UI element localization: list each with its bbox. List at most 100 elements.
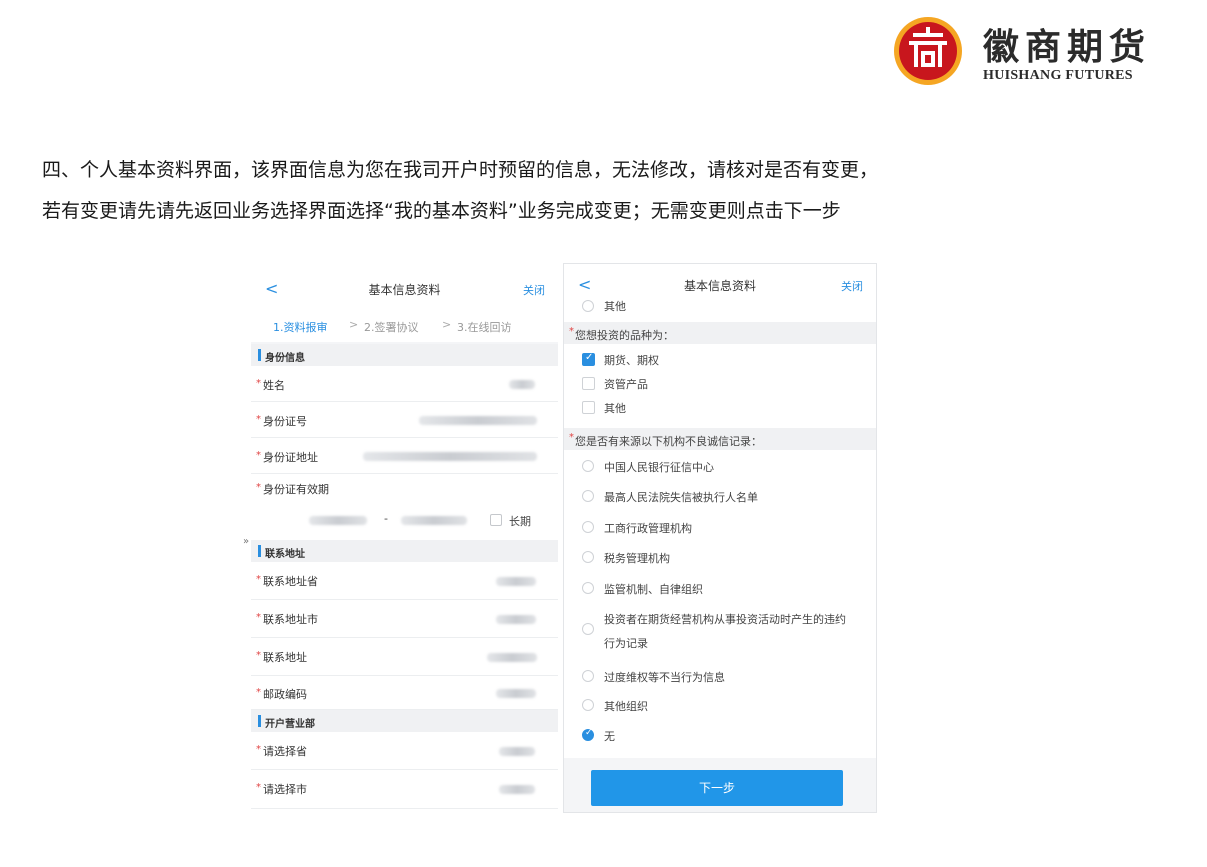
required-mark: * — [256, 687, 261, 698]
section-title: 开户营业部 — [265, 719, 315, 730]
option-label: 其他 — [604, 402, 626, 415]
required-mark: * — [256, 650, 261, 661]
field-label: 姓名 — [263, 379, 285, 392]
required-mark: * — [256, 574, 261, 585]
logo-name-cn: 徽商期货 — [983, 26, 1152, 68]
field-label: 身份证有效期 — [263, 483, 329, 496]
step-1: 1.资料报审 — [273, 321, 328, 334]
field-name: * 姓名 — [251, 366, 558, 402]
next-button[interactable]: 下一步 — [591, 770, 843, 806]
questionnaire: 其他 * 您想投资的品种为： 期货、期权 资管产品 其他 * 您是否有来源以下机… — [564, 300, 876, 812]
option-label: 资管产品 — [604, 378, 648, 391]
question-label: 您是否有来源以下机构不良诚信记录： — [575, 435, 762, 448]
option-label: 工商行政管理机构 — [604, 522, 692, 535]
option-tax[interactable]: 税务管理机构 — [564, 550, 876, 576]
required-mark: * — [256, 744, 261, 755]
edge-mark: » — [243, 536, 250, 547]
company-logo: 徽商期货 HUISHANG FUTURES — [893, 12, 1183, 88]
option-label: 投资者在期货经营机构从事投资活动时产生的违约 — [604, 613, 846, 626]
section-contact: 联系地址 — [251, 540, 558, 562]
required-mark: * — [256, 450, 261, 461]
redacted-value — [363, 452, 537, 461]
instruction-line-2: 若有变更请先请先返回业务选择界面选择“我的基本资料”业务完成变更；无需变更则点击… — [42, 200, 841, 222]
option-label: 无 — [604, 730, 615, 743]
option-futures-options[interactable]: 期货、期权 — [564, 352, 876, 376]
redacted-value — [487, 653, 537, 662]
field-postcode: * 邮政编码 — [251, 676, 558, 710]
required-mark: * — [256, 482, 261, 493]
long-term-label: 长期 — [509, 515, 531, 528]
radio-icon[interactable] — [582, 582, 594, 594]
field-label: 请选择省 — [263, 745, 307, 758]
checkbox-icon[interactable] — [582, 377, 595, 390]
radio-icon[interactable] — [582, 551, 594, 563]
redacted-value — [496, 577, 536, 586]
basic-info-screen-right: < 基本信息资料 关闭 其他 * 您想投资的品种为： 期货、期权 资管产品 其他… — [563, 263, 877, 813]
step-indicator: 1.资料报审 > 2.签署协议 > 3.在线回访 — [251, 310, 558, 342]
radio-checked-icon[interactable] — [582, 728, 594, 741]
option-label: 最高人民法院失信被执行人名单 — [604, 491, 758, 504]
radio-icon[interactable] — [582, 460, 594, 472]
field-branch-city[interactable]: * 请选择市 — [251, 770, 558, 809]
radio-icon[interactable] — [582, 699, 594, 711]
radio-icon[interactable] — [582, 670, 594, 682]
section-identity: 身份信息 — [251, 344, 558, 366]
section-title: 联系地址 — [265, 549, 305, 560]
page-title: 基本信息资料 — [368, 283, 441, 297]
chevron-right-icon: > — [349, 318, 359, 331]
close-button[interactable]: 关闭 — [523, 282, 545, 298]
radio-icon[interactable] — [582, 300, 594, 312]
field-label: 邮政编码 — [263, 688, 307, 701]
field-label: 身份证地址 — [263, 451, 318, 464]
option-none[interactable]: 无 — [564, 728, 876, 754]
option-asset-mgmt[interactable]: 资管产品 — [564, 376, 876, 400]
radio-icon[interactable] — [582, 623, 594, 635]
redacted-start-date — [309, 516, 367, 525]
close-button[interactable]: 关闭 — [841, 278, 863, 294]
option-label: 过度维权等不当行为信息 — [604, 671, 725, 684]
section-title: 身份信息 — [265, 353, 305, 364]
radio-icon[interactable] — [582, 490, 594, 502]
question-label: 您想投资的品种为： — [575, 329, 674, 342]
required-mark: * — [256, 612, 261, 623]
option-label: 其他 — [604, 300, 626, 313]
redacted-value — [496, 689, 536, 698]
required-mark: * — [569, 326, 574, 337]
checkbox-icon[interactable] — [582, 401, 595, 414]
field-branch-province[interactable]: * 请选择省 — [251, 732, 558, 770]
required-mark: * — [256, 414, 261, 425]
option-excessive-rights[interactable]: 过度维权等不当行为信息 — [564, 669, 876, 695]
option-label: 其他组织 — [604, 700, 648, 713]
huishang-emblem-icon — [894, 17, 962, 85]
field-label: 身份证号 — [263, 415, 307, 428]
option-industry-commerce[interactable]: 工商行政管理机构 — [564, 520, 876, 546]
logo-name-en: HUISHANG FUTURES — [983, 68, 1133, 83]
option-cutoff: 其他 — [564, 300, 876, 314]
option-court-list[interactable]: 最高人民法院失信被执行人名单 — [564, 489, 876, 515]
redacted-value — [499, 785, 535, 794]
long-term-checkbox[interactable] — [490, 514, 502, 526]
question-credit-record: * 您是否有来源以下机构不良诚信记录： — [564, 428, 876, 450]
radio-icon[interactable] — [582, 521, 594, 533]
option-regulator[interactable]: 监管机制、自律组织 — [564, 581, 876, 607]
option-other[interactable]: 其他 — [564, 400, 876, 424]
field-label: 联系地址省 — [263, 575, 318, 588]
page-title: 基本信息资料 — [683, 279, 756, 293]
required-mark: * — [256, 782, 261, 793]
redacted-value — [419, 416, 537, 425]
redacted-end-date — [401, 516, 467, 525]
field-label: 请选择市 — [263, 783, 307, 796]
field-label: 联系地址 — [263, 651, 307, 664]
section-bar — [258, 349, 261, 361]
option-other-org[interactable]: 其他组织 — [564, 698, 876, 724]
section-bar — [258, 545, 261, 557]
option-label: 期货、期权 — [604, 354, 659, 367]
option-pboc-credit[interactable]: 中国人民银行征信中心 — [564, 459, 876, 485]
option-futures-violation[interactable]: 投资者在期货经营机构从事投资活动时产生的违约 行为记录 — [564, 611, 876, 657]
checkbox-checked-icon[interactable] — [582, 352, 595, 366]
section-branch: 开户营业部 — [251, 710, 558, 732]
step-3: 3.在线回访 — [457, 321, 512, 334]
field-province[interactable]: * 联系地址省 — [251, 562, 558, 600]
field-city[interactable]: * 联系地址市 — [251, 600, 558, 638]
date-separator: - — [384, 512, 388, 525]
